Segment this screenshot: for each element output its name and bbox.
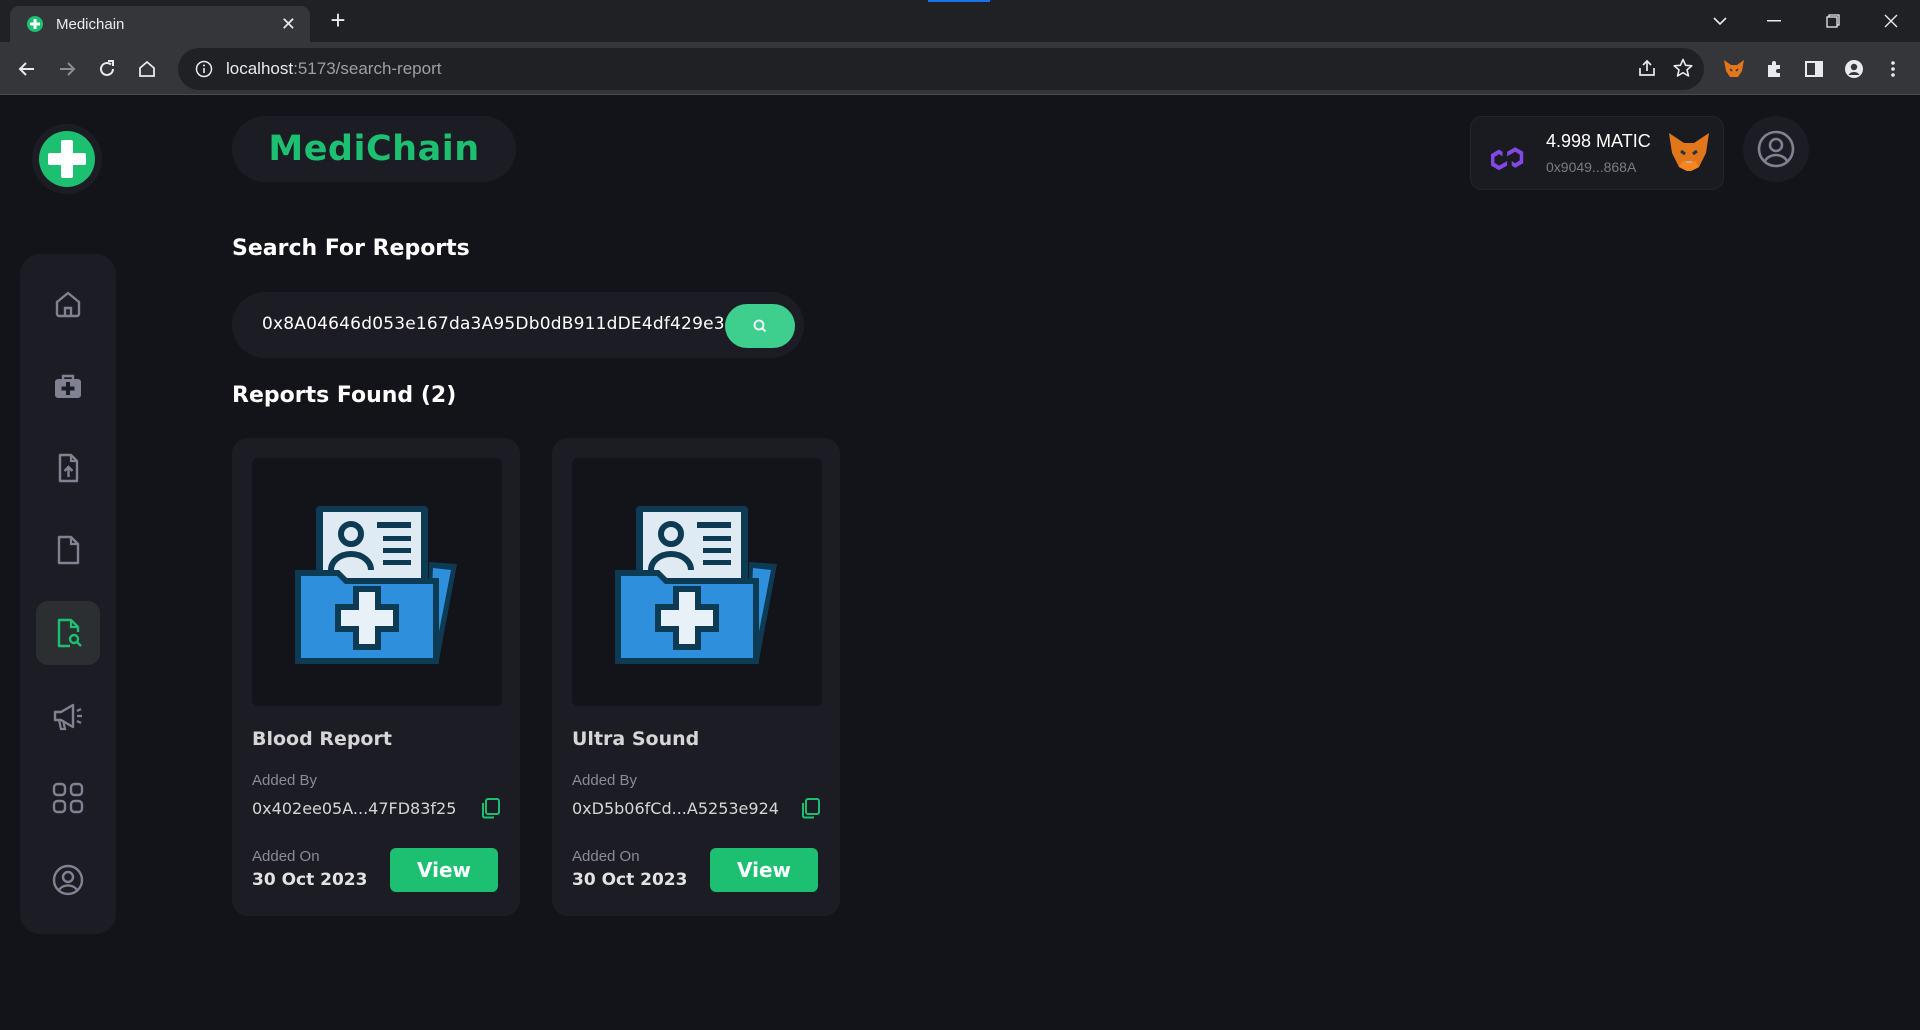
wallet-balance: 4.998 MATIC <box>1546 131 1651 151</box>
sidebar-item-medkit[interactable] <box>36 354 100 418</box>
search-input[interactable]: 0x8A04646d053e167da3A95Db0dB911dDE4df429… <box>262 314 725 334</box>
browser-menu-kebab-icon[interactable] <box>1879 55 1907 83</box>
metamask-fox-icon <box>1667 131 1711 178</box>
search-heading: Search For Reports <box>232 236 470 261</box>
file-search-icon <box>57 618 82 648</box>
reload-icon[interactable] <box>93 55 121 83</box>
added-by-address: 0xD5b06fCd...A5253e924 <box>572 799 779 818</box>
back-arrow-icon[interactable] <box>13 55 41 83</box>
sidebar <box>20 254 116 934</box>
search-bar: 0x8A04646d053e167da3A95Db0dB911dDE4df429… <box>232 292 804 358</box>
wallet-address: 0x9049...868A <box>1546 159 1637 175</box>
user-circle-icon <box>1757 130 1795 168</box>
brand-title: MediChain <box>268 129 480 169</box>
side-panel-icon[interactable] <box>1800 55 1828 83</box>
sidebar-item-home[interactable] <box>36 272 100 336</box>
new-tab-button[interactable]: + <box>326 7 350 33</box>
metamask-extension-icon[interactable] <box>1720 55 1748 83</box>
report-title: Blood Report <box>252 728 392 750</box>
browser-tab[interactable]: Medichain ✕ <box>10 6 310 42</box>
results-heading: Reports Found (2) <box>232 383 457 408</box>
url-host: localhost <box>226 59 294 78</box>
report-folder-image <box>572 458 822 706</box>
wallet-widget[interactable]: 4.998 MATIC 0x9049...868A <box>1470 116 1724 190</box>
report-card: Blood Report Added By 0x402ee05A...47FD8… <box>232 438 520 916</box>
brand-pill: MediChain <box>232 116 516 182</box>
tab-accent-line <box>928 0 990 2</box>
document-icon <box>57 535 80 565</box>
tab-title: Medichain <box>56 15 125 33</box>
close-window-button[interactable] <box>1877 8 1905 34</box>
home-icon <box>55 291 81 318</box>
forward-arrow-icon[interactable] <box>53 55 81 83</box>
sidebar-item-upload-report[interactable] <box>36 436 100 500</box>
sidebar-item-document[interactable] <box>36 518 100 582</box>
medichain-favicon-icon <box>26 15 44 33</box>
tab-close-icon[interactable]: ✕ <box>281 15 296 33</box>
medical-folder-icon <box>295 506 457 664</box>
extensions-puzzle-icon[interactable] <box>1760 55 1788 83</box>
added-by-label: Added By <box>252 772 318 789</box>
megaphone-icon <box>53 703 82 731</box>
medical-folder-icon <box>615 506 777 664</box>
search-icon <box>753 319 767 333</box>
added-on-label: Added On <box>252 848 320 865</box>
sidebar-item-apps[interactable] <box>36 766 100 830</box>
search-button[interactable] <box>725 304 795 348</box>
added-by-label: Added By <box>572 772 638 789</box>
home-icon[interactable] <box>133 55 161 83</box>
browser-tabstrip: Medichain ✕ + <box>0 0 1920 42</box>
site-info-icon[interactable] <box>194 59 214 79</box>
bookmark-star-icon[interactable] <box>1672 57 1694 84</box>
browser-profile-icon[interactable] <box>1840 55 1868 83</box>
profile-button[interactable] <box>1743 116 1809 182</box>
file-upload-icon <box>58 453 79 483</box>
sidebar-item-campaign[interactable] <box>36 684 100 748</box>
report-card: Ultra Sound Added By 0xD5b06fCd...A5253e… <box>552 438 840 916</box>
sidebar-item-profile[interactable] <box>36 848 100 912</box>
medkit-icon <box>55 374 81 398</box>
minimize-button[interactable] <box>1760 8 1788 34</box>
added-by-address: 0x402ee05A...47FD83f25 <box>252 799 457 818</box>
view-button[interactable]: View <box>390 848 498 892</box>
copy-icon[interactable] <box>478 796 502 825</box>
added-on-label: Added On <box>572 848 640 865</box>
report-folder-image <box>252 458 502 706</box>
sidebar-item-search-reports[interactable] <box>36 601 100 665</box>
added-on-date: 30 Oct 2023 <box>572 870 688 890</box>
tab-search-chevron-icon[interactable] <box>1706 8 1734 34</box>
address-bar[interactable]: localhost:5173/search-report <box>178 48 1704 90</box>
polygon-matic-icon <box>1485 134 1529 179</box>
report-title: Ultra Sound <box>572 728 700 750</box>
url-path: :5173/search-report <box>293 59 442 78</box>
restore-button[interactable] <box>1819 8 1847 34</box>
view-button[interactable]: View <box>710 848 818 892</box>
app-logo[interactable] <box>32 124 102 194</box>
medical-cross-logo-icon <box>39 131 95 187</box>
added-on-date: 30 Oct 2023 <box>252 870 368 890</box>
grid-icon <box>52 782 84 814</box>
share-icon[interactable] <box>1636 57 1658 84</box>
user-circle-icon <box>52 864 84 896</box>
copy-icon[interactable] <box>798 796 822 825</box>
